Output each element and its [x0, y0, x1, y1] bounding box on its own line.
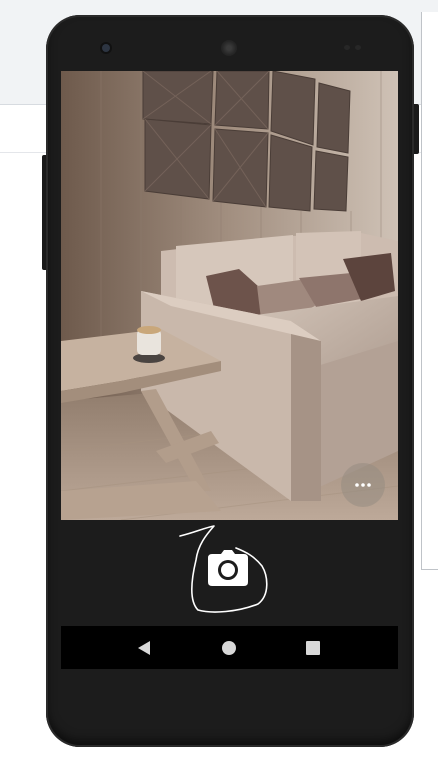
power-button[interactable] [414, 104, 419, 154]
light-sensor [355, 45, 361, 50]
android-navigation-bar [61, 626, 398, 669]
camera-controls-bar [61, 520, 398, 626]
more-options-button[interactable] [341, 463, 385, 507]
proximity-sensor [344, 45, 350, 50]
back-triangle-icon[interactable] [135, 639, 153, 657]
camera-preview [61, 71, 398, 520]
front-camera [102, 44, 110, 52]
home-circle-icon[interactable] [220, 639, 238, 657]
camera-icon [208, 550, 248, 586]
recents-square-icon[interactable] [304, 639, 322, 657]
phone-screen [61, 71, 398, 669]
earpiece-speaker [221, 40, 237, 56]
shutter-button[interactable] [208, 550, 248, 586]
background-side-panel [421, 12, 438, 570]
more-horiz-icon [355, 483, 371, 487]
